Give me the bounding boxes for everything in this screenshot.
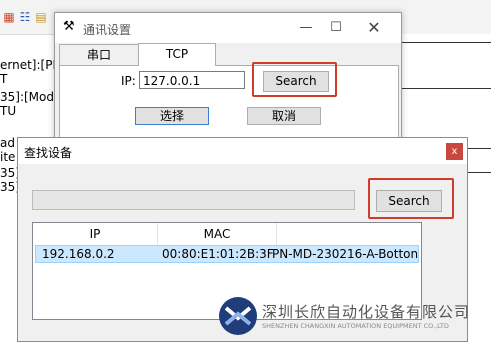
select-button[interactable]: 选择 bbox=[135, 107, 209, 125]
bg-text-line: 35]:[Modb bbox=[0, 90, 62, 104]
bg-text-line: ad bbox=[0, 136, 15, 150]
tab-tcp[interactable]: TCP bbox=[138, 43, 216, 66]
dialog-titlebar[interactable]: 查找设备 x bbox=[18, 138, 467, 164]
bg-text-line: ite bbox=[0, 150, 16, 164]
toolbar-icon-2[interactable]: ☷ bbox=[18, 10, 32, 24]
bg-text-line: T bbox=[0, 72, 8, 86]
device-mac: 00:80:E1:01:2B:3F bbox=[162, 247, 274, 261]
search-highlight-box bbox=[252, 62, 337, 97]
search-highlight-box bbox=[368, 178, 454, 219]
close-button[interactable]: x bbox=[446, 143, 463, 160]
watermark-company-name: 深圳长欣自动化设备有限公司 bbox=[262, 303, 471, 321]
column-header-ip[interactable]: IP bbox=[33, 223, 158, 245]
device-name: PN-MD-230216-A-Botton bbox=[272, 247, 419, 261]
column-header-mac[interactable]: MAC bbox=[158, 223, 277, 245]
dialog-title: 查找设备 bbox=[24, 146, 73, 160]
toolbar-icon-1[interactable]: ▦ bbox=[2, 10, 16, 24]
tools-icon: ⚒ bbox=[63, 19, 75, 34]
bg-divider bbox=[400, 42, 491, 43]
bg-divider bbox=[400, 88, 491, 89]
cancel-button[interactable]: 取消 bbox=[247, 107, 321, 125]
comm-settings-dialog: ⚒ 通讯设置 — ☐ ✕ 串口 TCP IP: 127.0.0.1 Search… bbox=[54, 12, 402, 143]
dialog-title: 通讯设置 bbox=[83, 23, 132, 37]
table-row[interactable]: 192.168.0.2 00:80:E1:01:2B:3F PN-MD-2302… bbox=[35, 245, 419, 263]
close-icon[interactable]: ✕ bbox=[361, 17, 387, 39]
ip-label: IP: bbox=[121, 74, 136, 88]
toolbar-icon-3[interactable]: ▤ bbox=[34, 10, 48, 24]
minimize-icon[interactable]: — bbox=[293, 17, 319, 39]
bg-divider bbox=[466, 148, 491, 149]
bg-text-line: TU bbox=[0, 104, 17, 118]
bg-divider bbox=[466, 172, 491, 173]
dialog-titlebar[interactable]: ⚒ 通讯设置 — ☐ ✕ bbox=[55, 13, 401, 43]
device-ip: 192.168.0.2 bbox=[42, 247, 115, 261]
ip-input[interactable]: 127.0.0.1 bbox=[139, 71, 245, 89]
tab-serial[interactable]: 串口 bbox=[59, 44, 139, 66]
search-progress-bar bbox=[32, 190, 355, 210]
maximize-icon[interactable]: ☐ bbox=[323, 17, 349, 39]
watermark-company-english: SHENZHEN CHANGXIN AUTOMATION EQUIPMENT C… bbox=[262, 322, 449, 330]
company-logo-icon bbox=[219, 297, 257, 335]
